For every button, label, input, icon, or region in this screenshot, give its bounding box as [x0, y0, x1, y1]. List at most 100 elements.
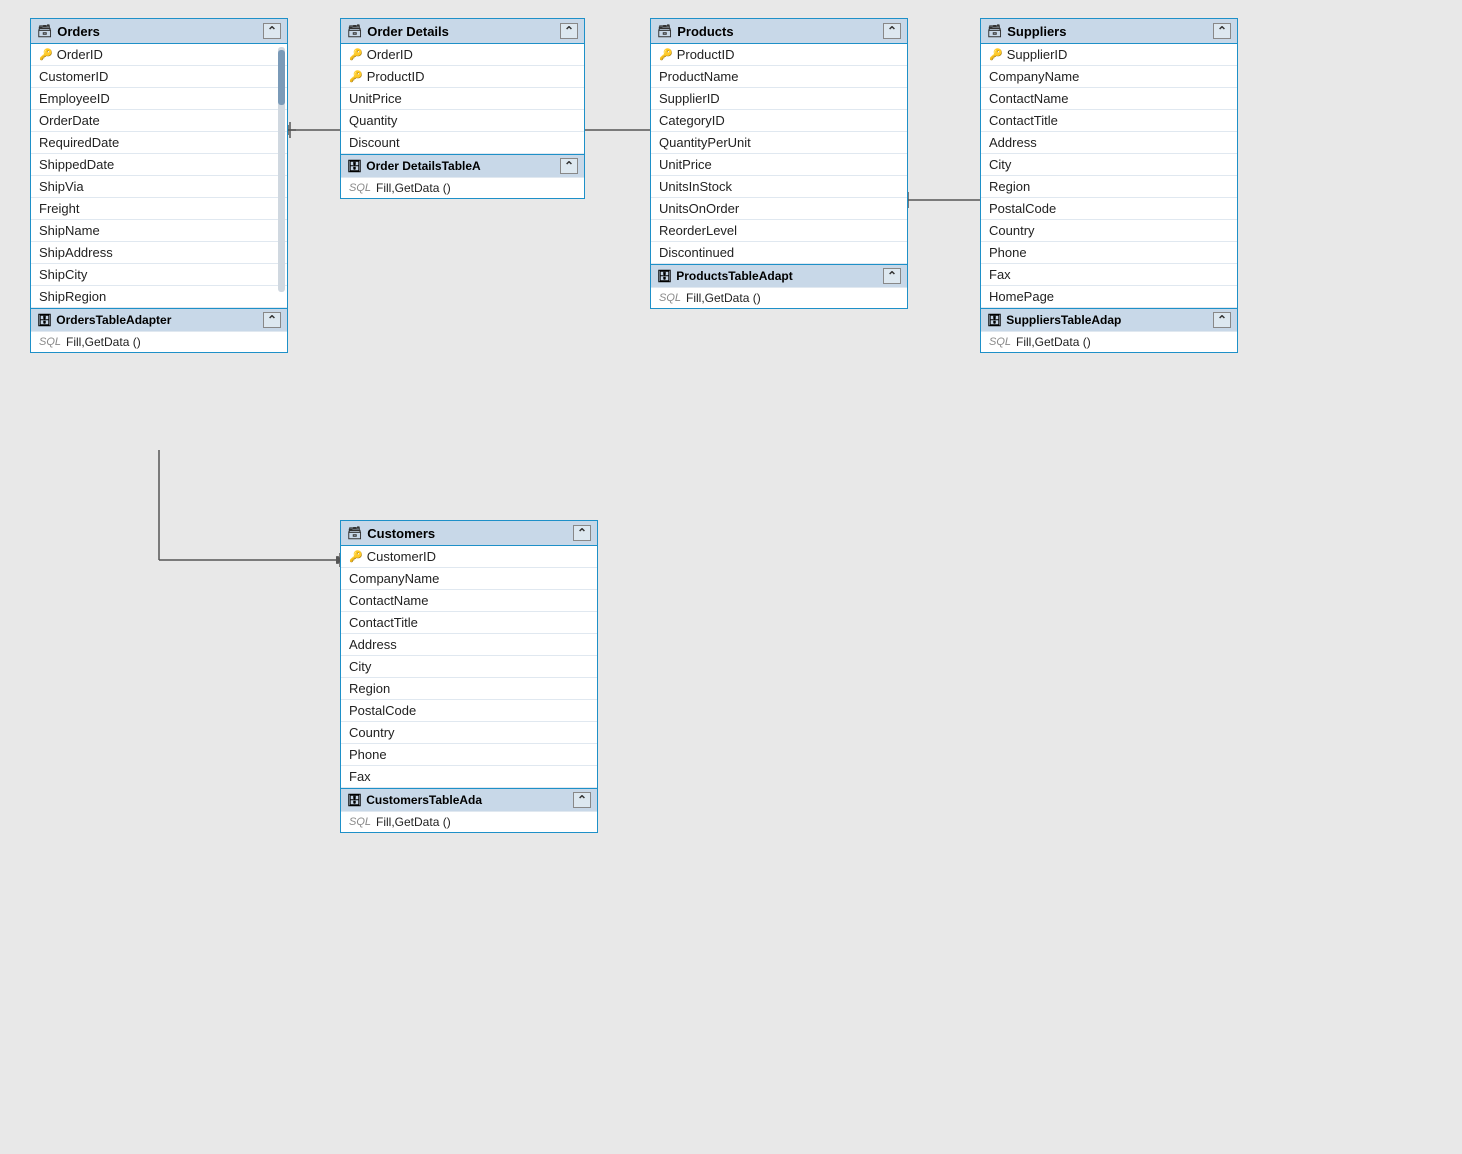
order-details-sql-icon: SQL: [349, 182, 371, 194]
field-row: UnitsOnOrder: [651, 198, 907, 220]
field-row: 🔑OrderID: [341, 44, 584, 66]
field-row: 🔑SupplierID: [981, 44, 1237, 66]
products-adapter-section: 🗄 ProductsTableAdapt ⌃: [651, 264, 907, 287]
order-details-header: 🗃 Order Details ⌃: [341, 19, 584, 44]
products-adapter-name: ProductsTableAdapt: [676, 269, 792, 283]
suppliers-table-icon: 🗃: [987, 24, 1002, 38]
field-row: City: [341, 656, 597, 678]
customers-method: Fill,GetData (): [376, 815, 451, 829]
customers-fields: 🔑CustomerID CompanyName ContactName Cont…: [341, 546, 597, 788]
orders-method: Fill,GetData (): [66, 335, 141, 349]
field-row: ContactTitle: [981, 110, 1237, 132]
order-details-adapter-collapse[interactable]: ⌃: [560, 158, 578, 174]
orders-adapter-collapse[interactable]: ⌃: [263, 312, 281, 328]
field-row: Address: [981, 132, 1237, 154]
key-icon: 🔑: [39, 48, 53, 61]
field-row: City: [981, 154, 1237, 176]
field-row: ShipVia: [31, 176, 287, 198]
field-row: ContactName: [981, 88, 1237, 110]
suppliers-adapter-icon: 🗄: [987, 313, 1002, 327]
suppliers-table: 🗃 Suppliers ⌃ 🔑SupplierID CompanyName Co…: [980, 18, 1238, 353]
field-row: ShipCity: [31, 264, 287, 286]
customers-table-icon: 🗃: [347, 526, 362, 540]
order-details-method-row: SQL Fill,GetData (): [341, 177, 584, 198]
customers-adapter-section: 🗄 CustomersTableAda ⌃: [341, 788, 597, 811]
customers-collapse-btn[interactable]: ⌃: [573, 525, 591, 541]
products-title: Products: [677, 24, 733, 39]
suppliers-collapse-btn[interactable]: ⌃: [1213, 23, 1231, 39]
customers-table: 🗃 Customers ⌃ 🔑CustomerID CompanyName Co…: [340, 520, 598, 833]
orders-fields: 🔑OrderID CustomerID EmployeeID OrderDate…: [31, 44, 287, 308]
orders-header: 🗃 Orders ⌃: [31, 19, 287, 44]
products-sql-icon: SQL: [659, 292, 681, 304]
field-row: CompanyName: [981, 66, 1237, 88]
field-row: SupplierID: [651, 88, 907, 110]
suppliers-header: 🗃 Suppliers ⌃: [981, 19, 1237, 44]
orders-adapter-name: OrdersTableAdapter: [56, 313, 171, 327]
orders-sql-icon: SQL: [39, 336, 61, 348]
field-row: Fax: [341, 766, 597, 788]
field-row: UnitPrice: [651, 154, 907, 176]
order-details-collapse-btn[interactable]: ⌃: [560, 23, 578, 39]
orders-adapter-section: 🗄 OrdersTableAdapter ⌃: [31, 308, 287, 331]
suppliers-adapter-section: 🗄 SuppliersTableAdap ⌃: [981, 308, 1237, 331]
orders-collapse-btn[interactable]: ⌃: [263, 23, 281, 39]
customers-method-row: SQL Fill,GetData (): [341, 811, 597, 832]
suppliers-fields: 🔑SupplierID CompanyName ContactName Cont…: [981, 44, 1237, 308]
field-row: Discount: [341, 132, 584, 154]
products-table-icon: 🗃: [657, 24, 672, 38]
order-details-title: Order Details: [367, 24, 449, 39]
field-row: ShipRegion: [31, 286, 287, 308]
field-row: EmployeeID: [31, 88, 287, 110]
field-row: 🔑OrderID: [31, 44, 287, 66]
diagram-canvas: 🗃 Orders ⌃ 🔑OrderID CustomerID EmployeeI…: [0, 0, 1462, 1154]
field-row: ShipAddress: [31, 242, 287, 264]
field-row: ShipName: [31, 220, 287, 242]
field-row: Country: [981, 220, 1237, 242]
field-row: 🔑ProductID: [341, 66, 584, 88]
suppliers-method-row: SQL Fill,GetData (): [981, 331, 1237, 352]
products-adapter-collapse[interactable]: ⌃: [883, 268, 901, 284]
suppliers-adapter-collapse[interactable]: ⌃: [1213, 312, 1231, 328]
suppliers-sql-icon: SQL: [989, 336, 1011, 348]
orders-table: 🗃 Orders ⌃ 🔑OrderID CustomerID EmployeeI…: [30, 18, 288, 353]
customers-adapter-icon: 🗄: [347, 793, 362, 807]
field-row: CompanyName: [341, 568, 597, 590]
orders-table-icon: 🗃: [37, 24, 52, 38]
key-icon: 🔑: [349, 48, 363, 61]
order-details-table: 🗃 Order Details ⌃ 🔑OrderID 🔑ProductID Un…: [340, 18, 585, 199]
field-row: Fax: [981, 264, 1237, 286]
field-row: ReorderLevel: [651, 220, 907, 242]
customers-adapter-name: CustomersTableAda: [366, 793, 482, 807]
field-row: Quantity: [341, 110, 584, 132]
products-fields: 🔑ProductID ProductName SupplierID Catego…: [651, 44, 907, 264]
customers-adapter-collapse[interactable]: ⌃: [573, 792, 591, 808]
order-details-table-icon: 🗃: [347, 24, 362, 38]
products-header: 🗃 Products ⌃: [651, 19, 907, 44]
field-row: Discontinued: [651, 242, 907, 264]
products-collapse-btn[interactable]: ⌃: [883, 23, 901, 39]
customers-title: Customers: [367, 526, 435, 541]
field-row: Freight: [31, 198, 287, 220]
field-row: 🔑ProductID: [651, 44, 907, 66]
orders-adapter-icon: 🗄: [37, 313, 52, 327]
order-details-adapter-section: 🗄 Order DetailsTableA ⌃: [341, 154, 584, 177]
orders-title: Orders: [57, 24, 100, 39]
field-row: Address: [341, 634, 597, 656]
field-row: RequiredDate: [31, 132, 287, 154]
field-row: PostalCode: [341, 700, 597, 722]
field-row: CustomerID: [31, 66, 287, 88]
suppliers-method: Fill,GetData (): [1016, 335, 1091, 349]
key-icon: 🔑: [349, 70, 363, 83]
field-row: ContactName: [341, 590, 597, 612]
field-row: UnitPrice: [341, 88, 584, 110]
field-row: Region: [341, 678, 597, 700]
order-details-method: Fill,GetData (): [376, 181, 451, 195]
products-adapter-icon: 🗄: [657, 269, 672, 283]
field-row: ProductName: [651, 66, 907, 88]
customers-header: 🗃 Customers ⌃: [341, 521, 597, 546]
field-row: 🔑CustomerID: [341, 546, 597, 568]
products-method-row: SQL Fill,GetData (): [651, 287, 907, 308]
suppliers-adapter-name: SuppliersTableAdap: [1006, 313, 1121, 327]
key-icon: 🔑: [989, 48, 1003, 61]
